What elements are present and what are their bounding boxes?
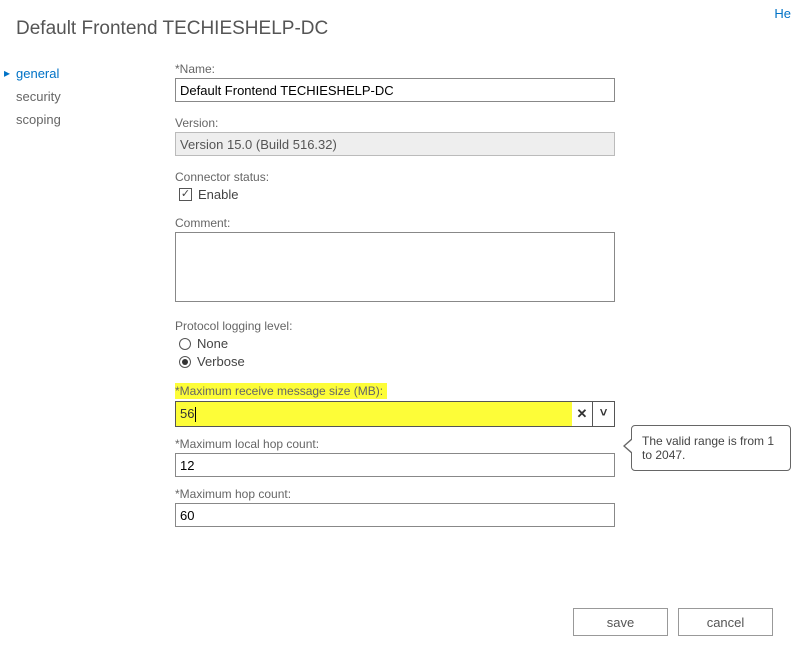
comment-textarea[interactable]	[175, 232, 615, 302]
sidebar-item-scoping[interactable]: scoping	[16, 108, 175, 131]
max-receive-combo[interactable]: 56 ✕ ˅	[175, 401, 615, 427]
comment-label: Comment:	[175, 216, 771, 230]
name-label: *Name:	[175, 62, 771, 76]
enable-checkbox-label: Enable	[198, 187, 238, 202]
radio-verbose-label: Verbose	[197, 354, 245, 369]
name-input[interactable]	[175, 78, 615, 102]
connector-status-label: Connector status:	[175, 170, 771, 184]
version-value: Version 15.0 (Build 516.32)	[175, 132, 615, 156]
sidebar-item-security[interactable]: security	[16, 85, 175, 108]
enable-checkbox[interactable]: ✓	[179, 188, 192, 201]
logging-level-label: Protocol logging level:	[175, 319, 771, 333]
validation-callout: The valid range is from 1 to 2047.	[631, 425, 791, 471]
cancel-button[interactable]: cancel	[678, 608, 773, 636]
save-button[interactable]: save	[573, 608, 668, 636]
version-label: Version:	[175, 116, 771, 130]
radio-verbose[interactable]	[179, 356, 191, 368]
max-hop-label: *Maximum hop count:	[175, 487, 771, 501]
page-title: Default Frontend TECHIESHELP-DC	[0, 0, 791, 40]
max-receive-label: *Maximum receive message size (MB):	[175, 383, 387, 399]
radio-none-label: None	[197, 336, 228, 351]
max-hop-input[interactable]	[175, 503, 615, 527]
footer: save cancel	[573, 608, 773, 636]
max-receive-value[interactable]: 56	[176, 402, 572, 426]
sidebar: general security scoping	[0, 62, 175, 541]
combo-clear-icon[interactable]: ✕	[572, 406, 592, 422]
help-link[interactable]: He	[774, 6, 791, 21]
radio-none[interactable]	[179, 338, 191, 350]
max-local-hop-input[interactable]	[175, 453, 615, 477]
sidebar-item-general[interactable]: general	[16, 62, 175, 85]
combo-dropdown-icon[interactable]: ˅	[592, 402, 614, 426]
